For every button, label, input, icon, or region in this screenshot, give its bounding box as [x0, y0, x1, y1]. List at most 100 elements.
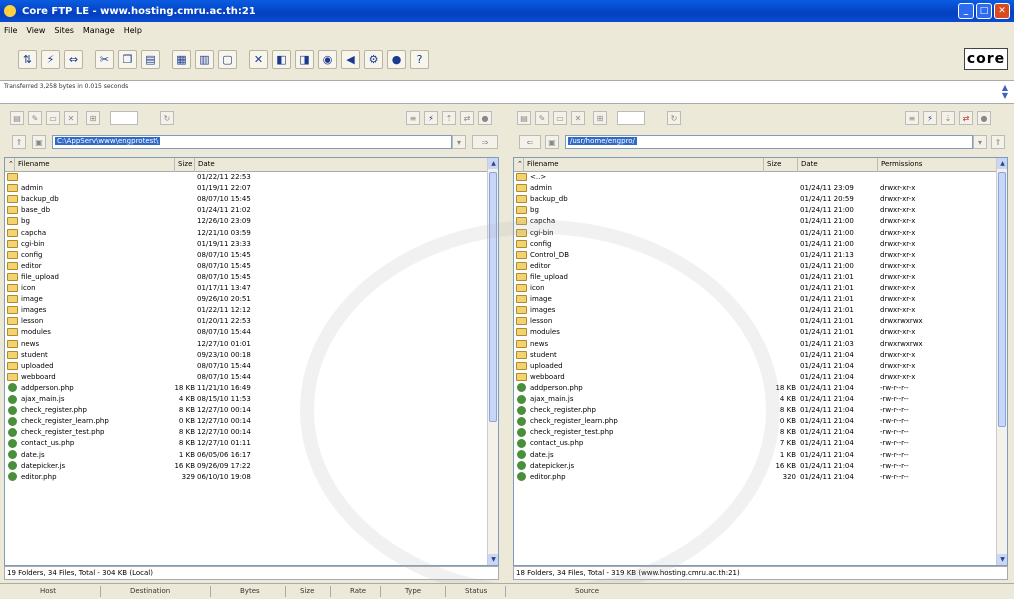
local-file-row[interactable]: editor 08/07/10 15:45: [5, 261, 488, 272]
local-scrollbar[interactable]: ▲ ▼: [487, 158, 498, 565]
local-file-row[interactable]: lesson 01/20/11 22:53: [5, 316, 488, 327]
remote-file-row[interactable]: datepicker.js 16 KB 01/24/11 21:04 -rw-r--r…: [514, 461, 997, 472]
local-file-row[interactable]: addperson.php 18 KB 11/21/10 16:49: [5, 383, 488, 394]
remote-delete-icon[interactable]: ✕: [571, 111, 585, 125]
remote-file-row[interactable]: news 01/24/11 21:03 drwxrwxrwx: [514, 339, 997, 350]
remote-rename-icon[interactable]: ✎: [535, 111, 549, 125]
remote-file-row[interactable]: addperson.php 18 KB 01/24/11 21:04 -rw-r--r…: [514, 383, 997, 394]
remote-file-row[interactable]: backup_db 01/24/11 20:59 drwxr-xr-x: [514, 194, 997, 205]
local-file-row[interactable]: student 09/23/10 00:18: [5, 350, 488, 361]
menu-view[interactable]: View: [26, 26, 45, 35]
local-file-row[interactable]: base_db 01/24/11 21:02: [5, 205, 488, 216]
local-path-dropdown-icon[interactable]: ▾: [452, 135, 466, 149]
remote-folder-icon[interactable]: ▭: [553, 111, 567, 125]
local-file-row[interactable]: uploaded 08/07/10 15:44: [5, 361, 488, 372]
disconnect-icon[interactable]: ⇔: [64, 49, 83, 69]
queue-icon[interactable]: ◨: [295, 49, 314, 69]
local-file-row[interactable]: cgi-bin 01/19/11 23:33: [5, 239, 488, 250]
local-file-row[interactable]: news 12/27/10 01:01: [5, 339, 488, 350]
remote-file-row[interactable]: editor.php 320 01/24/11 21:04 -rw-r--r--: [514, 472, 997, 483]
queue-col-destination[interactable]: Destination: [130, 587, 170, 595]
remote-file-row[interactable]: images 01/24/11 21:01 drwxr-xr-x: [514, 305, 997, 316]
remote-file-row[interactable]: webboard 01/24/11 21:04 drwxr-xr-x: [514, 372, 997, 383]
local-file-row[interactable]: datepicker.js 16 KB 09/26/09 17:22: [5, 461, 488, 472]
local-col-date[interactable]: Date: [195, 158, 488, 172]
remote-file-row[interactable]: capcha 01/24/11 21:00 drwxr-xr-x: [514, 216, 997, 227]
local-upload-icon[interactable]: ⇡: [442, 111, 456, 125]
local-expand-icon[interactable]: ⊞: [86, 111, 100, 125]
remote-file-row[interactable]: Control_DB 01/24/11 21:13 drwxr-xr-x: [514, 250, 997, 261]
queue-col-size[interactable]: Size: [300, 587, 314, 595]
remote-sort-indicator[interactable]: ⌃: [514, 158, 524, 172]
local-delete-icon[interactable]: ✕: [64, 111, 78, 125]
copy-icon[interactable]: ❐: [118, 49, 137, 69]
local-file-row[interactable]: check_register_test.php 8 KB 12/27/10 00:1…: [5, 427, 488, 438]
local-view-icon[interactable]: ≡: [406, 111, 420, 125]
menu-help[interactable]: Help: [124, 26, 142, 35]
queue-col-type[interactable]: Type: [405, 587, 421, 595]
remote-file-row[interactable]: <..>: [514, 172, 997, 183]
local-file-row[interactable]: bg 12/26/10 23:09: [5, 216, 488, 227]
properties-icon[interactable]: ▢: [218, 49, 237, 69]
view-icon[interactable]: ▦: [172, 49, 191, 69]
remote-file-list[interactable]: ⌃ Filename Size Date Permissions <..> adm…: [513, 157, 1008, 566]
quick-connect-icon[interactable]: ⚡: [41, 49, 60, 69]
menu-sites[interactable]: Sites: [54, 26, 74, 35]
log-scroll-arrows-icon[interactable]: ▲ ▼: [1002, 84, 1008, 100]
local-sort-indicator[interactable]: ⌃: [5, 158, 15, 172]
local-transfer-icon[interactable]: ⚡: [424, 111, 438, 125]
local-file-row[interactable]: contact_us.php 8 KB 12/27/10 01:11: [5, 438, 488, 449]
queue-col-rate[interactable]: Rate: [350, 587, 366, 595]
remote-path-dropdown-icon[interactable]: ▾: [973, 135, 987, 149]
local-scroll-down-icon[interactable]: ▼: [488, 554, 498, 565]
remote-up-folder-icon[interactable]: ⇑: [991, 135, 1005, 149]
edit-icon[interactable]: ▥: [195, 49, 214, 69]
remote-col-filename[interactable]: Filename: [524, 158, 764, 172]
local-file-row[interactable]: icon 01/17/11 13:47: [5, 283, 488, 294]
local-file-list[interactable]: ⌃ Filename Size Date 01/22/11 22:53 admin…: [4, 157, 499, 566]
remote-scroll-down-icon[interactable]: ▼: [997, 554, 1007, 565]
local-file-row[interactable]: check_register.php 8 KB 12/27/10 00:14: [5, 405, 488, 416]
sound-icon[interactable]: ◀: [341, 49, 360, 69]
remote-file-row[interactable]: check_register.php 8 KB 01/24/11 21:04 -rw-…: [514, 405, 997, 416]
about-icon[interactable]: ●: [387, 49, 406, 69]
remote-file-row[interactable]: uploaded 01/24/11 21:04 drwxr-xr-x: [514, 361, 997, 372]
local-sync-icon[interactable]: ⇄: [460, 111, 474, 125]
remote-col-size[interactable]: Size: [764, 158, 798, 172]
local-file-row[interactable]: file_upload 08/07/10 15:45: [5, 272, 488, 283]
remote-scrollbar[interactable]: ▲ ▼: [996, 158, 1007, 565]
remote-file-row[interactable]: editor 01/24/11 21:00 drwxr-xr-x: [514, 261, 997, 272]
remote-path-field[interactable]: /usr/home/engpro/: [565, 135, 973, 149]
remote-scroll-thumb[interactable]: [998, 172, 1006, 427]
local-path-field[interactable]: C:\AppServ\www\engprotest\: [52, 135, 452, 149]
local-scroll-thumb[interactable]: [489, 172, 497, 422]
remote-file-row[interactable]: cgi-bin 01/24/11 21:00 drwxr-xr-x: [514, 228, 997, 239]
remote-filter-input[interactable]: [617, 111, 645, 125]
queue-col-source[interactable]: Source: [575, 587, 599, 595]
local-file-row[interactable]: capcha 12/21/10 03:59: [5, 228, 488, 239]
local-stop-icon[interactable]: ●: [478, 111, 492, 125]
local-file-row[interactable]: date.js 1 KB 06/05/06 16:17: [5, 450, 488, 461]
local-new-folder-icon[interactable]: ▤: [10, 111, 24, 125]
menu-file[interactable]: File: [4, 26, 17, 35]
remote-file-row[interactable]: icon 01/24/11 21:01 drwxr-xr-x: [514, 283, 997, 294]
paste-icon[interactable]: ▤: [141, 49, 160, 69]
minimize-icon[interactable]: _: [958, 3, 974, 19]
remote-file-row[interactable]: image 01/24/11 21:01 drwxr-xr-x: [514, 294, 997, 305]
remote-view-icon[interactable]: ≡: [905, 111, 919, 125]
remote-file-row[interactable]: check_register_learn.php 0 KB 01/24/11 21:…: [514, 416, 997, 427]
remote-col-date[interactable]: Date: [798, 158, 878, 172]
local-file-row[interactable]: editor.php 329 06/10/10 19:08: [5, 472, 488, 483]
remote-file-row[interactable]: date.js 1 KB 01/24/11 21:04 -rw-r--r--: [514, 450, 997, 461]
local-file-row[interactable]: check_register_learn.php 0 KB 12/27/10 00:…: [5, 416, 488, 427]
cut-icon[interactable]: ✂: [95, 49, 114, 69]
preview-icon[interactable]: ◉: [318, 49, 337, 69]
remote-file-row[interactable]: contact_us.php 7 KB 01/24/11 21:04 -rw-r--r…: [514, 438, 997, 449]
maximize-icon[interactable]: □: [976, 3, 992, 19]
queue-col-host[interactable]: Host: [40, 587, 56, 595]
local-go-icon[interactable]: ⇒: [472, 135, 498, 149]
remote-file-row[interactable]: student 01/24/11 21:04 drwxr-xr-x: [514, 350, 997, 361]
remote-file-row[interactable]: config 01/24/11 21:00 drwxr-xr-x: [514, 239, 997, 250]
local-file-row[interactable]: webboard 08/07/10 15:44: [5, 372, 488, 383]
remote-sync-icon[interactable]: ⇄: [959, 111, 973, 125]
